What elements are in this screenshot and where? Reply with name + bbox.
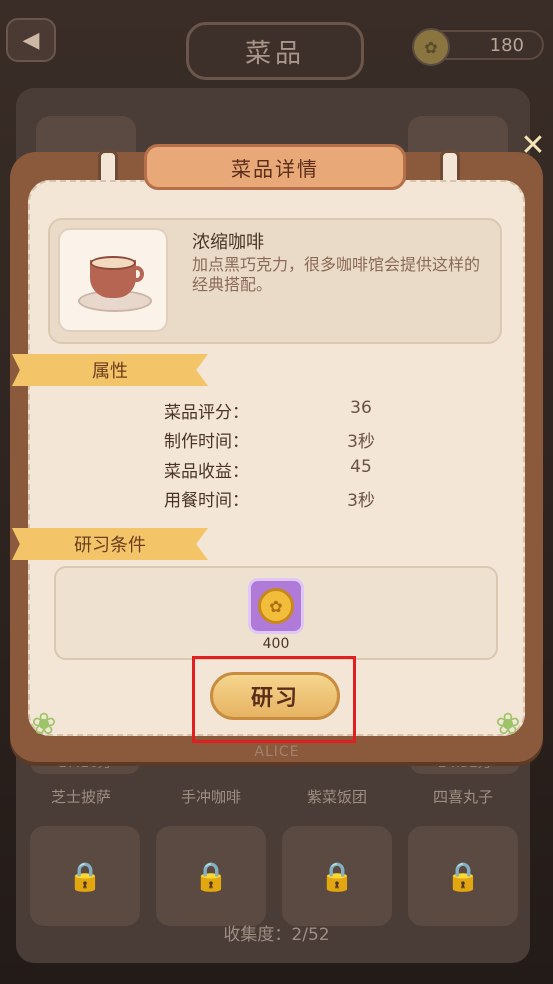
- footer-mark: ALICE: [254, 744, 300, 760]
- modal-title: 菜品详情: [144, 144, 406, 190]
- locked-dish-card[interactable]: 🔒: [408, 826, 518, 926]
- top-bar: ◀ 菜品 180 ✿: [0, 0, 553, 90]
- coin-amount: 180: [489, 34, 524, 56]
- attribute-row: 制作时间： 3秒: [164, 427, 404, 452]
- requirement-amount: 400: [262, 636, 290, 652]
- lock-icon: 🔒: [319, 859, 355, 893]
- attribute-label: 菜品收益：: [164, 462, 249, 482]
- attribute-value: 3秒: [347, 432, 375, 452]
- leaf-ornament-icon: ❀: [31, 706, 57, 742]
- attribute-label: 用餐时间：: [164, 491, 249, 511]
- leaf-ornament-icon: ❀: [495, 706, 521, 742]
- lock-icon: 🔒: [193, 859, 229, 893]
- paw-coin-icon: ✿: [412, 28, 450, 66]
- dish-name: 芝士披萨: [50, 788, 111, 806]
- dish-name: 紫菜饭团: [306, 788, 367, 806]
- dish-image: [58, 228, 168, 332]
- close-icon: ✕: [520, 127, 546, 163]
- lock-icon: 🔒: [445, 859, 481, 893]
- page-title: 菜品: [186, 22, 364, 80]
- collection-progress: 收集度：2/52: [223, 925, 330, 945]
- locked-dish-card[interactable]: 🔒: [156, 826, 266, 926]
- back-button[interactable]: ◀: [6, 18, 56, 62]
- attribute-value: 3秒: [347, 491, 375, 511]
- attribute-value: 45: [350, 457, 372, 477]
- attribute-row: 用餐时间： 3秒: [164, 486, 404, 511]
- attribute-value: 36: [350, 398, 372, 418]
- attributes-header: 属性: [12, 354, 208, 386]
- locked-dish-card[interactable]: 🔒: [282, 826, 392, 926]
- back-arrow-icon: ◀: [22, 27, 40, 53]
- highlight-box: [192, 656, 356, 743]
- locked-dish-card[interactable]: 🔒: [30, 826, 140, 926]
- dish-name: 四喜丸子: [432, 788, 493, 806]
- dish-name: 浓缩咖啡: [192, 232, 264, 253]
- lock-icon: 🔒: [67, 859, 103, 893]
- attribute-row: 菜品收益： 45: [164, 457, 404, 482]
- paw-coin-icon: ✿: [258, 588, 294, 624]
- attribute-label: 菜品评分：: [164, 403, 249, 423]
- requirement-header: 研习条件: [12, 528, 208, 560]
- coffee-cup-icon: [78, 250, 152, 312]
- dish-name: 手冲咖啡: [180, 788, 241, 806]
- attribute-label: 制作时间：: [164, 432, 249, 452]
- attribute-row: 菜品评分： 36: [164, 398, 404, 423]
- dish-description: 加点黑巧克力，很多咖啡馆会提供这样的经典搭配。: [192, 255, 481, 294]
- close-button[interactable]: ✕: [516, 127, 550, 163]
- requirement-item: ✿: [248, 578, 304, 634]
